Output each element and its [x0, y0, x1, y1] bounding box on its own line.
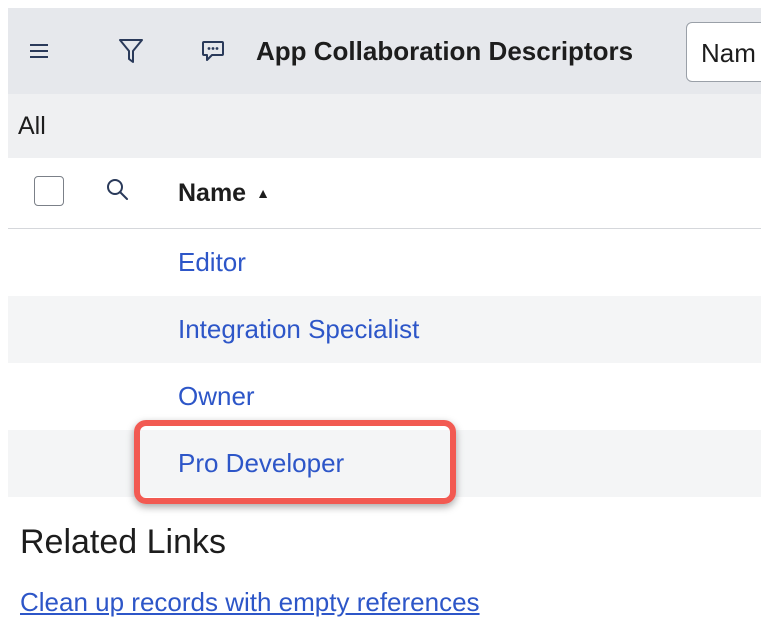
breadcrumb-all[interactable]: All — [18, 112, 46, 140]
record-link-owner[interactable]: Owner — [178, 381, 255, 411]
record-link-editor[interactable]: Editor — [178, 247, 246, 277]
record-link-integration-specialist[interactable]: Integration Specialist — [178, 314, 419, 344]
list-header: App Collaboration Descriptors Nam — [8, 8, 761, 95]
page-title: App Collaboration Descriptors — [256, 36, 634, 66]
list-view: App Collaboration Descriptors Nam All Na… — [8, 0, 761, 638]
select-all-checkbox[interactable] — [34, 176, 64, 206]
table-row: Pro Developer — [8, 430, 761, 497]
related-links-heading: Related Links — [20, 523, 227, 561]
breadcrumb: All — [8, 94, 761, 159]
record-link-pro-developer[interactable]: Pro Developer — [178, 448, 344, 478]
chat-bubble-icon[interactable] — [196, 34, 230, 68]
table-row: Integration Specialist — [8, 296, 761, 363]
sort-ascending-icon: ▲ — [256, 185, 270, 201]
magnifier-icon[interactable] — [104, 176, 132, 204]
column-header-label: Name — [178, 179, 247, 207]
column-header-row: Name ▲ — [8, 158, 761, 229]
table-row: Editor — [8, 229, 761, 296]
hamburger-menu-icon[interactable] — [22, 34, 56, 68]
search-field-select[interactable]: Nam — [686, 22, 761, 82]
column-header-name[interactable]: Name ▲ — [178, 178, 270, 208]
clean-up-records-link[interactable]: Clean up records with empty references — [20, 586, 480, 618]
filter-funnel-icon[interactable] — [114, 34, 148, 68]
table-row: Owner — [8, 363, 761, 430]
